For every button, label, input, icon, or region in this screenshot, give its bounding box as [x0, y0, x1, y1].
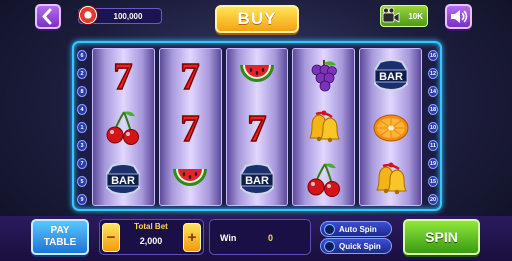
payline-badge: 15	[428, 176, 438, 187]
payline-badge: 3	[77, 140, 87, 151]
seven-icon: 7	[235, 105, 279, 149]
decrease-bet-button[interactable]: −	[102, 223, 120, 252]
bar-text: BAR	[111, 175, 135, 187]
pay-table-label-line2: TABLE	[43, 237, 77, 248]
sound-button[interactable]	[445, 4, 472, 29]
payline-badge: 5	[77, 176, 87, 187]
payline-badge: 2	[77, 68, 87, 79]
buy-button[interactable]: BUY	[215, 5, 299, 33]
bar-icon: BAR	[369, 53, 413, 97]
watermelon-icon	[235, 53, 279, 97]
increase-bet-button[interactable]: +	[183, 223, 201, 252]
payline-indicators-left: 6 2 8 4 1 3 7 5 9	[77, 50, 87, 205]
win-value: 0	[268, 233, 274, 243]
payline-badge: 9	[77, 194, 87, 205]
reel-5: BAR	[359, 48, 422, 206]
seven-icon: 7	[168, 53, 212, 97]
chevron-left-icon	[42, 8, 52, 25]
quick-spin-label: Quick Spin	[339, 241, 381, 251]
seven-text: 7	[247, 108, 266, 147]
seven-text: 7	[181, 56, 200, 95]
win-panel: Win 0	[209, 219, 311, 255]
payline-badge: 19	[428, 158, 438, 169]
payline-badge: 20	[428, 194, 438, 205]
video-bonus-label: 10K	[408, 11, 423, 21]
bar-icon: BAR	[235, 157, 279, 201]
reel-1: 7 BAR	[92, 48, 155, 206]
seven-icon: 7	[168, 105, 212, 149]
bell-icon	[369, 157, 413, 201]
speaker-icon	[451, 10, 468, 23]
video-camera-icon	[382, 7, 400, 23]
payline-badge: 12	[428, 68, 438, 79]
quick-spin-toggle[interactable]: Quick Spin	[320, 238, 392, 254]
reel-area: 7 BAR 7 7 7 BAR BAR	[92, 48, 422, 206]
auto-spin-radio-icon	[324, 224, 335, 235]
seven-icon: 7	[101, 53, 145, 97]
payline-badge: 7	[77, 158, 87, 169]
seven-text: 7	[114, 56, 133, 95]
reel-3: 7 BAR	[225, 48, 289, 206]
bar-text: BAR	[379, 71, 403, 83]
casino-chip-icon	[78, 5, 98, 25]
win-label: Win	[220, 233, 237, 243]
payline-badge: 11	[428, 140, 438, 151]
payline-badge: 14	[428, 86, 438, 97]
cherry-icon	[302, 157, 346, 201]
pay-table-label-line1: PAY	[50, 225, 70, 236]
reel-4	[292, 48, 356, 206]
auto-spin-toggle[interactable]: Auto Spin	[320, 221, 392, 237]
orange-icon	[369, 105, 413, 149]
seven-text: 7	[181, 108, 200, 147]
auto-spin-label: Auto Spin	[339, 224, 377, 234]
payline-badge: 6	[77, 50, 87, 61]
bar-text: BAR	[245, 175, 269, 187]
payline-indicators-right: 16 12 14 18 10 11 19 15 20	[428, 50, 438, 205]
bar-icon: BAR	[101, 157, 145, 201]
total-bet-label: Total Bet	[134, 222, 168, 231]
payline-badge: 4	[77, 104, 87, 115]
spin-button-label: SPIN	[425, 229, 458, 245]
bell-icon	[302, 105, 346, 149]
watermelon-icon	[168, 157, 212, 201]
grapes-icon	[302, 53, 346, 97]
cherry-icon	[101, 105, 145, 149]
payline-badge: 8	[77, 86, 87, 97]
quick-spin-radio-icon	[324, 241, 335, 252]
payline-badge: 18	[428, 104, 438, 115]
total-bet-value: 2,000	[139, 236, 163, 246]
payline-badge: 10	[428, 122, 438, 133]
back-button[interactable]	[35, 4, 61, 29]
pay-table-button[interactable]: PAY TABLE	[31, 219, 89, 255]
payline-badge: 1	[77, 122, 87, 133]
coin-balance-value: 100,000	[113, 11, 143, 21]
buy-button-label: BUY	[237, 9, 277, 28]
reel-2: 7 7	[158, 48, 222, 206]
payline-badge: 16	[428, 50, 438, 61]
spin-button[interactable]: SPIN	[403, 219, 480, 255]
